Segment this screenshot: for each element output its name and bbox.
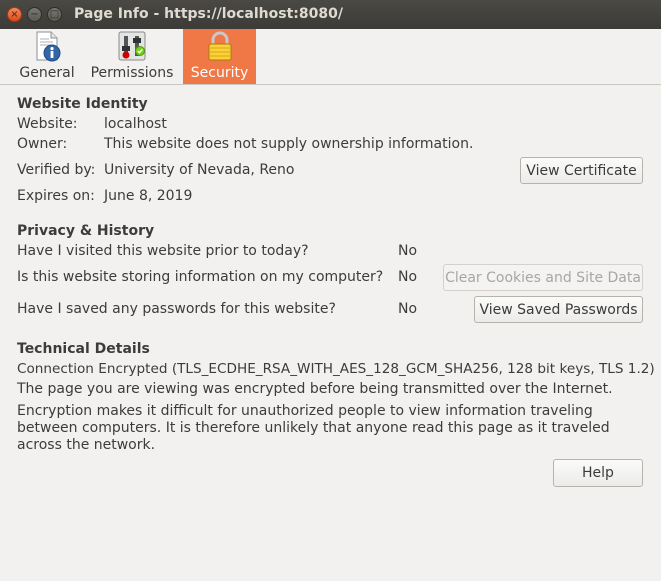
minimize-icon: − — [30, 8, 39, 20]
tab-permissions-label: Permissions — [90, 65, 174, 81]
saved-passwords-answer: No — [398, 301, 418, 317]
tab-security-label: Security — [190, 65, 249, 81]
title-bar[interactable]: × − □ Page Info - https://localhost:8080… — [0, 0, 661, 29]
owner-label: Owner: — [17, 136, 68, 152]
expires-on-label: Expires on: — [17, 188, 95, 204]
technical-details-heading: Technical Details — [17, 341, 150, 357]
tab-security[interactable]: Security — [183, 29, 256, 84]
tab-general-label: General — [19, 65, 75, 81]
tab-general[interactable]: General — [13, 29, 81, 84]
minimize-window-button[interactable]: − — [27, 7, 42, 22]
close-window-button[interactable]: × — [7, 7, 22, 22]
maximize-icon: □ — [49, 8, 60, 20]
help-button[interactable]: Help — [553, 459, 643, 487]
visited-question: Have I visited this website prior to tod… — [17, 243, 309, 259]
website-value: localhost — [104, 116, 167, 132]
view-certificate-button[interactable]: View Certificate — [520, 157, 643, 184]
saved-passwords-question: Have I saved any passwords for this webs… — [17, 301, 336, 317]
clear-cookies-button[interactable]: Clear Cookies and Site Data — [443, 264, 643, 291]
tab-toolbar: General Permissions Security — [0, 29, 661, 85]
close-icon: × — [10, 8, 19, 20]
security-panel: Website Identity Website: localhost Owne… — [0, 85, 661, 581]
page-encrypted-text: The page you are viewing was encrypted b… — [17, 381, 613, 397]
permissions-switches-icon — [116, 30, 148, 62]
verified-by-label: Verified by: — [17, 162, 96, 178]
connection-encrypted-text: Connection Encrypted (TLS_ECDHE_RSA_WITH… — [17, 361, 655, 377]
expires-on-value: June 8, 2019 — [104, 188, 193, 204]
storing-info-answer: No — [398, 269, 418, 285]
verified-by-value: University of Nevada, Reno — [104, 162, 295, 178]
maximize-window-button[interactable]: □ — [47, 7, 62, 22]
privacy-history-heading: Privacy & History — [17, 223, 155, 239]
info-page-icon — [31, 30, 63, 62]
website-identity-heading: Website Identity — [17, 96, 148, 112]
view-saved-passwords-button[interactable]: View Saved Passwords — [474, 296, 643, 323]
tab-permissions[interactable]: Permissions — [86, 29, 178, 84]
page-info-window: × − □ Page Info - https://localhost:8080… — [0, 0, 661, 581]
encryption-explanation-text: Encryption makes it difficult for unauth… — [17, 403, 610, 453]
visited-answer: No — [398, 243, 418, 259]
website-label: Website: — [17, 116, 78, 132]
storing-info-question: Is this website storing information on m… — [17, 269, 384, 285]
window-title: Page Info - https://localhost:8080/ — [74, 6, 343, 22]
padlock-icon — [204, 30, 236, 62]
owner-value: This website does not supply ownership i… — [104, 136, 474, 152]
